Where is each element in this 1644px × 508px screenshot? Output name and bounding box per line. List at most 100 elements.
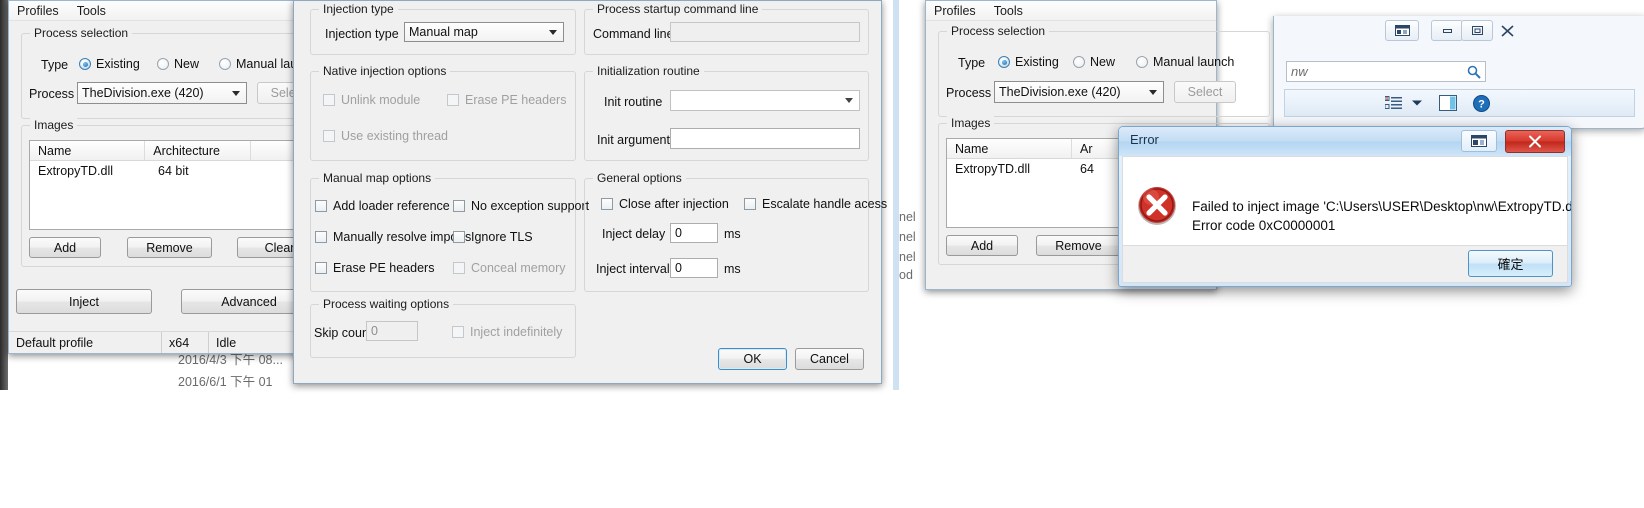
close-button[interactable] [1505, 130, 1565, 153]
radio-existing[interactable]: Existing [998, 55, 1059, 69]
chevron-down-icon [1149, 89, 1157, 95]
add-image-button[interactable]: Add [29, 237, 101, 258]
checkbox-label: Manually resolve imports [333, 230, 472, 244]
init-routine-combobox[interactable] [670, 90, 860, 111]
error-dialog[interactable]: Error Failed to inject image 'C:\Users\U… [1118, 126, 1572, 287]
help-icon[interactable]: ? [1473, 94, 1490, 112]
inject-delay-input[interactable]: 0 [670, 223, 718, 243]
menu-item-tools[interactable]: Tools [994, 4, 1023, 18]
radio-existing[interactable]: Existing [79, 57, 140, 71]
column-header-architecture[interactable]: Architecture [145, 141, 252, 160]
column-header-name[interactable]: Name [947, 139, 1072, 158]
type-label: Type [41, 58, 69, 72]
checkbox-label: Escalate handle acess [762, 197, 888, 211]
column-header-name[interactable]: Name [30, 141, 146, 160]
checkbox-manually-resolve-imports[interactable]: Manually resolve imports [315, 230, 471, 244]
error-icon [1138, 187, 1176, 225]
command-line-label: Command line [593, 27, 674, 41]
maximize-button[interactable] [1461, 20, 1493, 41]
restore-window-icon [1471, 135, 1487, 147]
select-process-button[interactable]: Select [1174, 81, 1236, 103]
explorer-toolbar: ? [1284, 89, 1635, 117]
error-titlebar[interactable]: Error [1119, 127, 1571, 156]
radio-new[interactable]: New [1073, 55, 1115, 69]
process-value: TheDivision.exe (420) [999, 85, 1121, 99]
injector-window-left[interactable]: Profiles Tools Process selection Type Ex… [8, 0, 353, 354]
background-fragment: od [899, 268, 913, 282]
process-combobox[interactable]: TheDivision.exe (420) [994, 81, 1164, 103]
command-line-input[interactable] [670, 22, 860, 42]
checkbox-label: Erase PE headers [333, 261, 435, 275]
checkbox-box [323, 94, 335, 106]
checkbox-conceal-memory[interactable]: Conceal memory [453, 261, 565, 275]
radio-label: New [174, 57, 200, 71]
search-input[interactable]: nw [1286, 61, 1486, 82]
radio-new[interactable]: New [157, 57, 199, 71]
checkbox-ignore-tls[interactable]: Ignore TLS [453, 230, 533, 244]
checkbox-no-exception-support[interactable]: No exception support [453, 199, 589, 213]
inject-interval-input[interactable]: 0 [670, 258, 718, 278]
search-icon[interactable] [1467, 65, 1481, 79]
checkbox-unlink-module[interactable]: Unlink module [323, 93, 420, 107]
process-combobox[interactable]: TheDivision.exe (420) [77, 82, 247, 104]
desktop-shadow-edge [0, 0, 8, 390]
restore-window-button[interactable] [1461, 130, 1497, 152]
preview-pane-icon[interactable] [1439, 95, 1457, 111]
close-icon [1529, 135, 1541, 148]
status-profile: Default profile [16, 335, 94, 350]
checkbox-inject-indefinitely[interactable]: Inject indefinitely [452, 325, 562, 339]
cell-architecture: 64 bit [158, 164, 189, 178]
checkbox-escalate-handle-access[interactable]: Escalate handle acess [744, 197, 887, 211]
table-row[interactable]: ExtropyTD.dll 64 bit [30, 161, 328, 181]
cell-name: ExtropyTD.dll [38, 164, 114, 178]
radio-dot [1073, 56, 1085, 68]
add-image-button[interactable]: Add [946, 235, 1018, 256]
checkbox-erase-pe-headers-mm[interactable]: Erase PE headers [315, 261, 434, 275]
close-button[interactable] [1491, 20, 1523, 41]
checkbox-erase-pe-headers-native[interactable]: Erase PE headers [447, 93, 566, 107]
checkbox-close-after-injection[interactable]: Close after injection [601, 197, 729, 211]
restore-window-button[interactable] [1385, 20, 1419, 41]
inject-button[interactable]: Inject [16, 289, 152, 314]
explorer-window[interactable]: nw ? [1273, 16, 1644, 129]
init-argument-input[interactable] [670, 128, 860, 149]
menu-item-tools[interactable]: Tools [77, 4, 106, 18]
radio-label: Existing [1015, 55, 1059, 69]
status-state: Idle [208, 332, 299, 353]
images-listview[interactable]: Name Architecture ExtropyTD.dll 64 bit [29, 140, 329, 230]
checkbox-box [744, 198, 756, 210]
minimize-button[interactable] [1431, 20, 1463, 41]
menu-bar: Profiles Tools [9, 1, 299, 21]
checkbox-add-loader-reference[interactable]: Add loader reference [315, 199, 450, 213]
error-footer: 確定 [1122, 245, 1568, 283]
remove-image-button[interactable]: Remove [1036, 235, 1121, 256]
menu-item-profiles[interactable]: Profiles [17, 4, 59, 18]
menu-item-profiles[interactable]: Profiles [934, 4, 976, 18]
svg-text:?: ? [1478, 98, 1485, 110]
cancel-button[interactable]: Cancel [795, 348, 864, 370]
checkbox-label: Use existing thread [341, 129, 449, 143]
checkbox-label: Add loader reference [333, 199, 450, 213]
native-injection-group: Native injection options [310, 64, 576, 161]
status-bar: Default profile x64 Idle [9, 331, 299, 353]
radio-dot [79, 58, 91, 70]
checkbox-use-existing-thread[interactable]: Use existing thread [323, 129, 448, 143]
ok-button[interactable]: OK [718, 348, 787, 370]
type-label: Type [958, 56, 986, 70]
chevron-down-icon [845, 98, 853, 103]
background-scroll-strip [893, 0, 899, 390]
chevron-down-icon[interactable] [1411, 99, 1423, 107]
radio-manual-launch[interactable]: Manual launch [1136, 55, 1234, 69]
checkbox-label: Close after injection [619, 197, 729, 211]
error-message-line2: Error code 0xC0000001 [1192, 218, 1336, 233]
advanced-options-dialog[interactable]: Injection type Injection type Manual map… [293, 0, 887, 384]
ok-button[interactable]: 確定 [1468, 250, 1553, 277]
dialog-title: Error [1130, 132, 1159, 147]
injection-type-combobox[interactable]: Manual map [404, 22, 564, 42]
list-view-icon[interactable] [1385, 96, 1402, 110]
remove-image-button[interactable]: Remove [127, 237, 212, 258]
radio-label: Existing [96, 57, 140, 71]
skip-count-input[interactable]: 0 [366, 321, 418, 341]
checkbox-label: Conceal memory [471, 261, 566, 275]
group-label: Manual map options [319, 171, 436, 185]
